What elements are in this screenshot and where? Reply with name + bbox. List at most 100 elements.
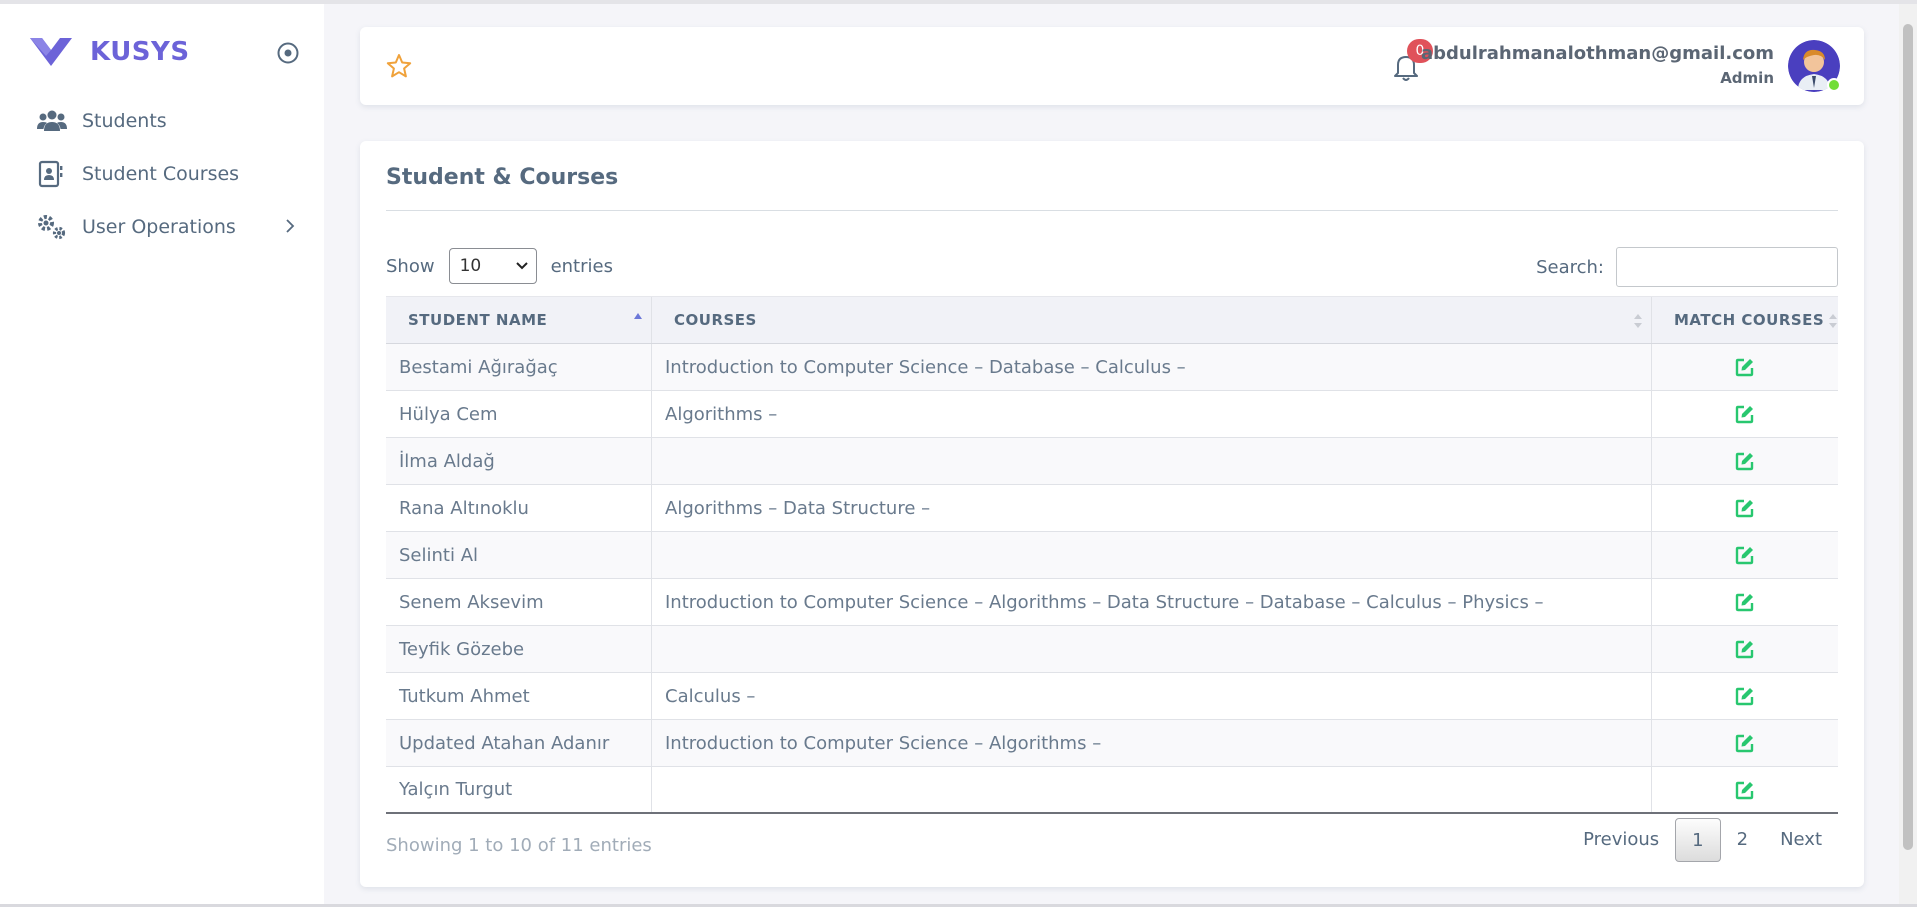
cell-match-courses [1652, 673, 1838, 719]
sort-both-icon [1634, 314, 1642, 328]
column-header-label: COURSES [674, 311, 757, 329]
sidebar-toggle-icon[interactable] [276, 41, 300, 65]
students-courses-table: STUDENT NAME COURSES MATCH COURSES Besta… [386, 296, 1838, 814]
title-divider [386, 210, 1838, 211]
top-navbar: 0 abdulrahmanalothman@gmail.com Admin [360, 27, 1864, 105]
edit-icon[interactable] [1735, 498, 1755, 518]
edit-icon[interactable] [1735, 545, 1755, 565]
table-row: İlma Aldağ [386, 438, 1838, 485]
edit-icon[interactable] [1735, 686, 1755, 706]
cell-match-courses [1652, 344, 1838, 390]
table-row: Senem Aksevim Introduction to Computer Sc… [386, 579, 1838, 626]
column-header-label: STUDENT NAME [408, 311, 548, 329]
chevron-down-icon [515, 262, 528, 270]
cell-courses [652, 438, 1652, 484]
cell-courses [652, 626, 1652, 672]
table-header: STUDENT NAME COURSES MATCH COURSES [386, 296, 1838, 344]
table-body: Bestami Ağırağaç Introduction to Computer… [386, 344, 1838, 814]
sidebar-item-label: Student Courses [82, 162, 240, 185]
table-row: Tutkum Ahmet Calculus – [386, 673, 1838, 720]
sort-asc-icon [634, 313, 642, 319]
search-input[interactable] [1616, 247, 1838, 287]
page-scrollbar[interactable] [1899, 4, 1917, 904]
cell-match-courses [1652, 532, 1838, 578]
cell-student-name: Tutkum Ahmet [386, 673, 652, 719]
scrollbar-thumb[interactable] [1903, 24, 1913, 850]
page-title: Student & Courses [386, 165, 619, 190]
users-icon [36, 107, 68, 135]
column-header-courses[interactable]: COURSES [652, 297, 1652, 343]
cell-courses [652, 767, 1652, 812]
sidebar-item-student-courses[interactable]: Student Courses [0, 147, 324, 200]
entries-label: entries [550, 255, 613, 277]
cell-student-name: Hülya Cem [386, 391, 652, 437]
cell-courses: Introduction to Computer Science – Algor… [652, 720, 1652, 766]
edit-icon[interactable] [1735, 780, 1755, 800]
cell-match-courses [1652, 579, 1838, 625]
table-row: Updated Atahan Adanır Introduction to Com… [386, 720, 1838, 767]
sidebar-nav: Students Student Courses User Operations [0, 94, 324, 253]
cell-student-name: Teyfik Gözebe [386, 626, 652, 672]
entries-select-value: 10 [459, 256, 482, 276]
cell-match-courses [1652, 626, 1838, 672]
sidebar-item-students[interactable]: Students [0, 94, 324, 147]
column-header-match-courses[interactable]: MATCH COURSES [1652, 297, 1838, 343]
cell-student-name: Senem Aksevim [386, 579, 652, 625]
entries-select[interactable]: 10 [448, 248, 537, 284]
table-row: Teyfik Gözebe [386, 626, 1838, 673]
cell-courses: Calculus – [652, 673, 1652, 719]
pagination-page-1[interactable]: 1 [1675, 818, 1721, 862]
table-row: Yalçın Turgut [386, 767, 1838, 814]
column-header-student-name[interactable]: STUDENT NAME [386, 297, 652, 343]
sidebar-item-label: Students [82, 109, 167, 132]
cell-match-courses [1652, 720, 1838, 766]
online-status-dot [1827, 78, 1841, 92]
table-info: Showing 1 to 10 of 11 entries [386, 835, 652, 856]
cell-match-courses [1652, 391, 1838, 437]
cell-match-courses [1652, 485, 1838, 531]
student-courses-card: Student & Courses Show 10 entries Search… [360, 141, 1864, 887]
cell-match-courses [1652, 767, 1838, 812]
edit-icon[interactable] [1735, 451, 1755, 471]
table-row: Hülya Cem Algorithms – [386, 391, 1838, 438]
cell-courses: Algorithms – Data Structure – [652, 485, 1652, 531]
edit-icon[interactable] [1735, 592, 1755, 612]
sidebar: KUSYS Students Student Courses User Oper… [0, 4, 324, 904]
sort-both-icon [1829, 314, 1837, 328]
table-row: Rana Altınoklu Algorithms – Data Structur… [386, 485, 1838, 532]
cell-student-name: Yalçın Turgut [386, 767, 652, 812]
cell-student-name: Rana Altınoklu [386, 485, 652, 531]
cell-student-name: Updated Atahan Adanır [386, 720, 652, 766]
brand[interactable]: KUSYS [28, 34, 190, 70]
edit-icon[interactable] [1735, 639, 1755, 659]
table-search: Search: [1536, 247, 1838, 287]
brand-logo-icon [30, 38, 72, 66]
edit-icon[interactable] [1735, 357, 1755, 377]
show-label: Show [386, 255, 435, 277]
sidebar-item-label: User Operations [82, 215, 236, 238]
user-email: abdulrahmanalothman@gmail.com [1420, 43, 1774, 64]
cell-student-name: İlma Aldağ [386, 438, 652, 484]
sidebar-item-user-operations[interactable]: User Operations [0, 200, 324, 253]
search-label: Search: [1536, 256, 1604, 278]
cell-courses: Algorithms – [652, 391, 1652, 437]
cell-courses: Introduction to Computer Science – Algor… [652, 579, 1652, 625]
brand-name: KUSYS [90, 37, 190, 67]
pagination-page-2[interactable]: 2 [1721, 818, 1764, 862]
edit-icon[interactable] [1735, 733, 1755, 753]
cell-match-courses [1652, 438, 1838, 484]
cell-courses [652, 532, 1652, 578]
edit-icon[interactable] [1735, 404, 1755, 424]
gears-icon [36, 213, 68, 241]
pagination: Previous 1 2 Next [1567, 818, 1838, 862]
entries-length-control: Show 10 entries [386, 248, 613, 284]
cell-student-name: Bestami Ağırağaç [386, 344, 652, 390]
pagination-previous[interactable]: Previous [1567, 818, 1675, 862]
cell-student-name: Selinti Al [386, 532, 652, 578]
contact-card-icon [36, 160, 68, 188]
star-icon[interactable] [386, 53, 412, 79]
chevron-right-icon [286, 219, 295, 233]
pagination-next[interactable]: Next [1764, 818, 1838, 862]
column-header-label: MATCH COURSES [1674, 311, 1825, 329]
cell-courses: Introduction to Computer Science – Datab… [652, 344, 1652, 390]
